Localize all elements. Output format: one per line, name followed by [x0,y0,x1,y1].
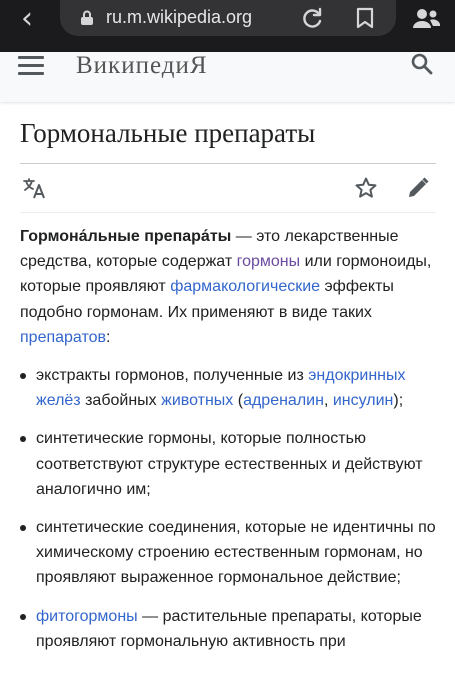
list-item: экстракты гормонов, полученные из эндокр… [20,363,440,413]
article-list: экстракты гормонов, полученные из эндокр… [20,363,440,654]
link-animals[interactable]: животных [161,392,233,409]
intro-text: : [106,328,111,346]
bullet-icon [20,525,26,532]
list-item: синтетические соединения, которые не иде… [20,515,440,591]
link-hormones[interactable]: гормоны [237,253,301,270]
link-adrenaline[interactable]: адреналин [243,392,324,409]
list-item: фитогормоны — растительные препараты, ко… [20,604,440,654]
bullet-icon [20,373,26,380]
reload-icon[interactable] [299,5,325,31]
article-content: Гормона́льные препара́ты — это лекарстве… [20,224,440,654]
link-insulin[interactable]: инсулин [333,392,394,409]
intro-bold-term: Гормона́льные препара́ты [20,228,232,245]
edit-icon[interactable] [406,176,430,200]
url-text[interactable]: ru.m.wikipedia.org [106,7,252,28]
lock-icon [81,10,93,25]
link-pharmacological[interactable]: фармакологические [170,278,320,295]
title-divider [20,163,436,164]
page-title: Гормональные препараты [20,118,316,148]
star-icon[interactable] [354,176,378,200]
link-phytohormones[interactable]: фитогормоны [36,608,138,625]
wikipedia-logo[interactable]: ВикипедиЯ [76,52,208,80]
chevron-left-icon[interactable]: ‹ [10,4,44,34]
people-icon[interactable] [411,6,441,30]
list-item: синтетические гормоны, которые полностью… [20,426,440,502]
site-header: ВикипедиЯ [0,52,455,102]
bullet-icon [20,436,26,443]
language-icon[interactable] [22,176,48,200]
bullet-icon [20,613,26,620]
intro-paragraph: Гормона́льные препара́ты — это лекарстве… [20,224,440,350]
bookmark-icon[interactable] [355,7,375,29]
menu-icon[interactable] [18,56,44,78]
search-icon[interactable] [410,52,434,76]
link-preparations[interactable]: препаратов [20,329,106,346]
toolbar-divider [20,212,436,213]
browser-bar: ‹ ru.m.wikipedia.org [0,0,455,52]
